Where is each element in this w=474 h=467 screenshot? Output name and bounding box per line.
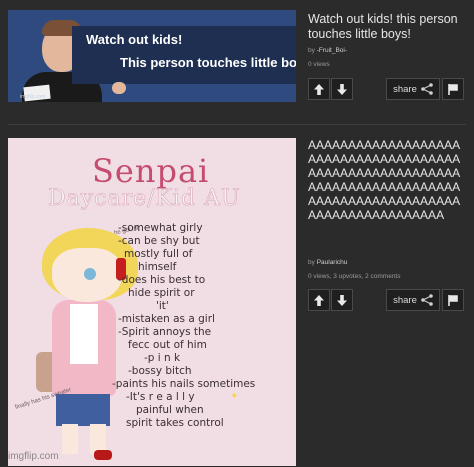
post-1-author-line: by -Fruit_Boi- <box>308 47 347 54</box>
art-note: -does his best to <box>118 274 206 286</box>
post-1-upvote-button[interactable] <box>308 78 330 100</box>
art-note: -p i n k <box>144 352 181 364</box>
post-2-author-link[interactable]: Paularichu <box>317 259 348 266</box>
share-icon <box>421 83 433 95</box>
art-note: -Spirit annoys the <box>118 326 212 338</box>
art-note: -can be shy but <box>118 235 200 247</box>
post-2-flag-button[interactable] <box>442 289 464 311</box>
post-divider <box>8 124 466 125</box>
art-note: mostly full of <box>124 248 193 260</box>
pointing-hand <box>112 82 126 94</box>
art-note: painful when <box>136 404 204 416</box>
art-note: -bossy bitch <box>128 365 192 377</box>
author-prefix: by <box>308 47 315 54</box>
sparkle-icon: ✦ <box>230 391 239 402</box>
post-1-downvote-button[interactable] <box>331 78 353 100</box>
art-note: -somewhat girly <box>118 222 203 234</box>
character-shorts <box>56 394 110 426</box>
art-note: spirit takes control <box>126 417 224 429</box>
meme-caption-line-2: This person touches little boys! <box>120 55 296 70</box>
post-2-title[interactable]: AAAAAAAAAAAAAAAAAAAAAAAAAAAAAAAAAAAAAAAA… <box>308 138 466 222</box>
post-1-stats: 0 views <box>308 61 330 68</box>
post-2-author-line: by Paularichu <box>308 259 347 266</box>
blood-splash-foot <box>94 450 112 460</box>
art-note: -It's r e a l l y <box>126 391 195 403</box>
post-2-share-button[interactable]: share <box>386 289 440 311</box>
flag-icon <box>448 83 458 95</box>
share-label: share <box>393 294 417 306</box>
share-icon <box>421 294 433 306</box>
character-eye <box>84 268 96 280</box>
author-prefix: by <box>308 259 315 266</box>
post-2-upvote-button[interactable] <box>308 289 330 311</box>
post-1-title[interactable]: Watch out kids! this person touches litt… <box>308 12 468 42</box>
art-note: 'it' <box>156 300 169 312</box>
art-note: fecc out of him <box>128 339 207 351</box>
art-subtitle: Daycare/Kid AU <box>48 186 241 212</box>
post-1-author-link[interactable]: -Fruit_Boi- <box>317 47 347 54</box>
post-2-downvote-button[interactable] <box>331 289 353 311</box>
art-note: -mistaken as a girl <box>118 313 215 325</box>
art-notes: -somewhat girly -can be shy but mostly f… <box>112 222 296 430</box>
art-title: Senpai <box>92 152 210 190</box>
character-shirt <box>70 304 98 364</box>
post-1-share-button[interactable]: share <box>386 78 440 100</box>
post-2-stats: 0 views, 3 upvotes, 2 comments <box>308 273 401 280</box>
upvote-arrow-icon <box>314 83 324 95</box>
post-2-thumbnail[interactable]: Senpai Daycare/Kid AU he got hit finally… <box>8 138 296 466</box>
post-1-flag-button[interactable] <box>442 78 464 100</box>
downvote-arrow-icon <box>337 294 347 306</box>
flag-icon <box>448 294 458 306</box>
downvote-arrow-icon <box>337 83 347 95</box>
art-note: -paints his nails sometimes <box>112 378 256 390</box>
post-1-thumbnail[interactable]: Watch out kids! This person touches litt… <box>8 10 296 102</box>
art-note: himself <box>138 261 177 273</box>
upvote-arrow-icon <box>314 294 324 306</box>
meme-caption-line-1: Watch out kids! <box>86 32 183 47</box>
thumbnail-watermark: imgflip.com <box>20 94 46 100</box>
character-left-leg <box>62 424 78 454</box>
share-label: share <box>393 83 417 95</box>
thumbnail-watermark: imgflip.com <box>8 451 59 462</box>
art-note: hide spirit or <box>128 287 195 299</box>
